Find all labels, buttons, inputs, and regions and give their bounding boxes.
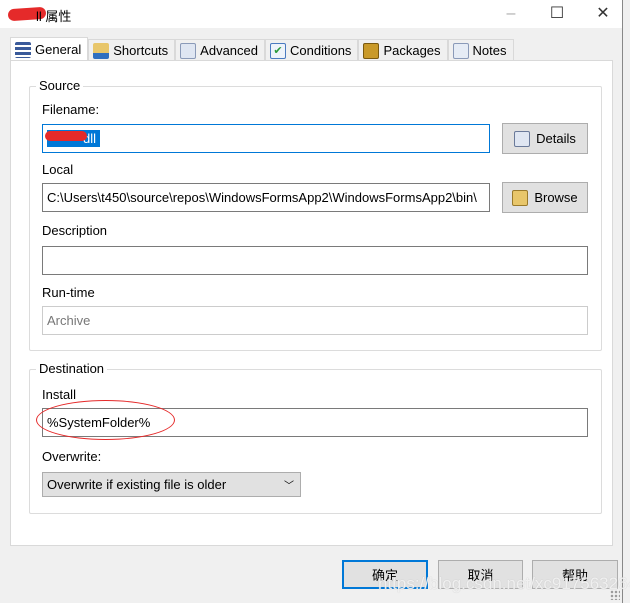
description-label: Description: [42, 223, 108, 238]
properties-dialog: ll 属性 – ☐ ✕ General Shortcuts Advanced ✔…: [0, 0, 630, 603]
resize-grip[interactable]: [610, 590, 620, 600]
tab-conditions[interactable]: ✔ Conditions: [265, 39, 359, 61]
tab-label: Shortcuts: [113, 43, 169, 58]
close-button[interactable]: ✕: [580, 0, 626, 28]
annotation-ellipse: [36, 400, 175, 440]
browse-folder-icon: [512, 189, 529, 206]
list-icon: [15, 41, 31, 58]
destination-group-title: Destination: [36, 361, 108, 376]
tab-label: Advanced: [200, 43, 258, 58]
button-label: Details: [536, 131, 576, 146]
install-label: Install: [42, 387, 76, 402]
watermark: https://blog.csdn.net/xc917563264: [378, 574, 630, 593]
browse-button[interactable]: Browse: [502, 182, 588, 213]
local-input[interactable]: C:\Users\t450\source\repos\WindowsFormsA…: [42, 183, 490, 212]
general-tab-panel: Source Filename: dll Details Local C:\Us…: [10, 60, 613, 546]
window-title: ll 属性: [36, 9, 72, 24]
tab-label: Conditions: [290, 43, 352, 58]
overwrite-select[interactable]: Overwrite if existing file is older ﹀: [42, 472, 301, 497]
tab-packages[interactable]: Packages: [358, 39, 448, 61]
checklist-icon: ✔: [270, 42, 286, 59]
filename-input[interactable]: dll: [42, 124, 490, 153]
details-button[interactable]: Details: [502, 123, 588, 154]
source-group-title: Source: [36, 78, 84, 93]
overwrite-selected-value: Overwrite if existing file is older: [47, 477, 227, 492]
chevron-down-icon: ﹀: [284, 481, 294, 492]
tab-label: Packages: [383, 43, 441, 58]
tab-label: Notes: [472, 43, 507, 58]
tab-advanced[interactable]: Advanced: [175, 39, 265, 61]
package-icon: [363, 42, 380, 59]
runtime-label: Run-time: [42, 285, 95, 300]
title-bar: ll 属性 – ☐ ✕: [0, 0, 622, 28]
tab-notes[interactable]: Notes: [447, 39, 514, 61]
tab-general[interactable]: General: [10, 37, 89, 61]
document-icon: [180, 42, 197, 59]
filename-label: Filename:: [42, 102, 100, 117]
folder-icon: [93, 42, 110, 59]
tab-bar: General Shortcuts Advanced ✔ Conditions P…: [10, 37, 514, 61]
pencil-icon: [452, 42, 469, 59]
redaction-scribble: [45, 131, 87, 141]
tab-label: General: [35, 42, 82, 57]
description-input[interactable]: [42, 246, 588, 275]
details-icon: [514, 130, 531, 147]
minimize-button[interactable]: –: [488, 0, 534, 28]
local-label: Local: [42, 162, 74, 177]
maximize-button[interactable]: ☐: [534, 0, 580, 28]
runtime-input: Archive: [42, 306, 588, 335]
button-label: Browse: [534, 190, 578, 205]
overwrite-label: Overwrite:: [42, 449, 102, 464]
tab-shortcuts[interactable]: Shortcuts: [88, 39, 176, 61]
